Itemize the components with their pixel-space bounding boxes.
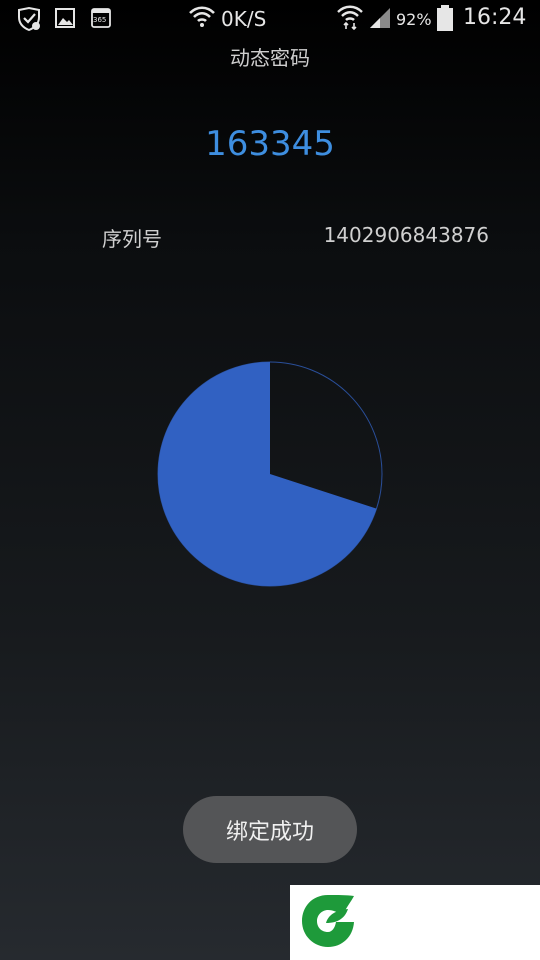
battery-percent: 92%	[396, 10, 432, 29]
serial-label: 序列号	[102, 227, 162, 251]
leaf-logo-icon	[298, 890, 358, 956]
wifi-icon	[188, 4, 216, 32]
pie-remaining-slice	[158, 362, 377, 586]
status-bar: 365 0K/S 92% 16:24	[0, 0, 540, 38]
calendar-day-label: 365	[93, 16, 107, 24]
wifi-transfer-icon	[336, 4, 364, 34]
countdown-pie	[157, 361, 383, 587]
clock: 16:24	[463, 5, 527, 30]
serial-value: 1402906843876	[323, 223, 489, 247]
gallery-icon	[54, 6, 76, 34]
net-speed: 0K/S	[221, 7, 267, 31]
toast-message: 绑定成功	[183, 796, 357, 863]
toast-text: 绑定成功	[225, 819, 314, 845]
screen-title: 动态密码	[230, 46, 310, 70]
calendar-icon: 365	[90, 6, 112, 34]
watermark-box	[290, 885, 540, 960]
battery-icon	[435, 4, 455, 36]
signal-icon	[368, 6, 392, 34]
shield-check-icon	[16, 6, 42, 36]
otp-code: 163345	[205, 124, 335, 164]
